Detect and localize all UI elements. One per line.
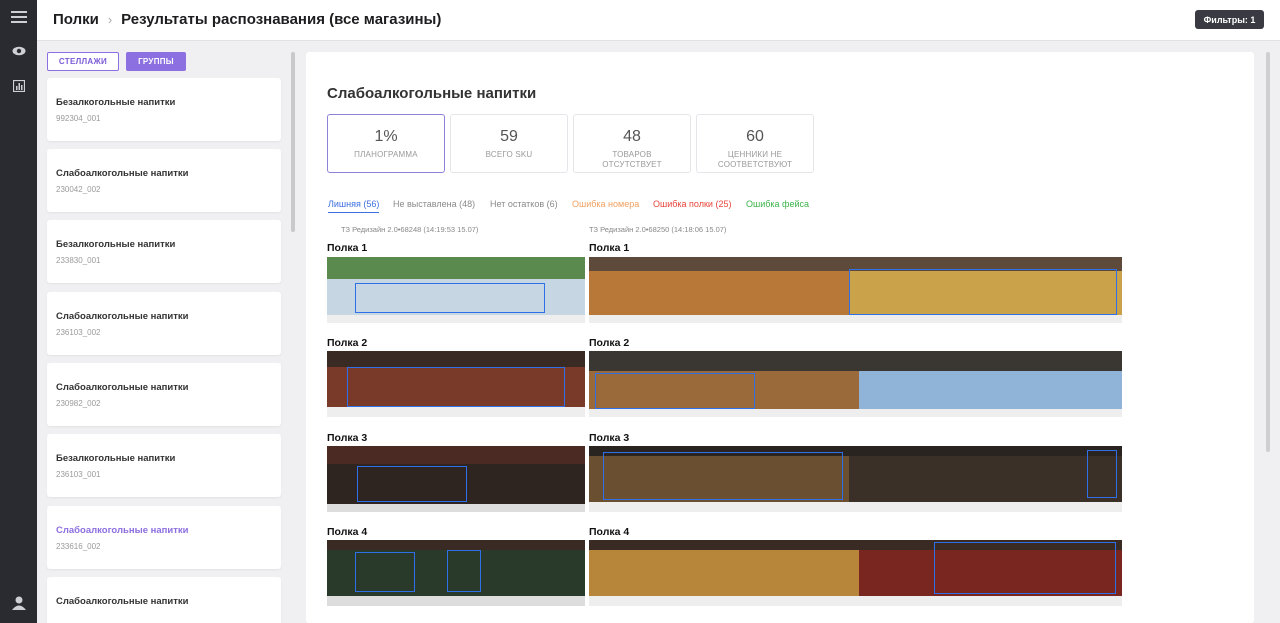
menu-icon[interactable]: [9, 7, 28, 26]
stat-value: 48: [623, 128, 641, 145]
stat-label: ЦЕННИКИ НЕ СООТВЕТСТВУЮТ: [717, 150, 793, 169]
shelf-photo[interactable]: [327, 351, 585, 417]
tab-face-error[interactable]: Ошибка фейса: [746, 199, 809, 212]
group-card-title: Безалкогольные напитки: [56, 239, 176, 250]
group-card[interactable]: Слабоалкогольные напитки 236103_002: [47, 292, 281, 355]
breadcrumb: Полки › Результаты распознавания (все ма…: [53, 11, 441, 28]
shelf-label: Полка 1: [327, 242, 368, 254]
page-title: Результаты распознавания (все магазины): [121, 11, 442, 28]
group-card-code: 233616_002: [56, 542, 101, 551]
top-bar: Полки › Результаты распознавания (все ма…: [37, 0, 1280, 41]
left-scrollbar[interactable]: [291, 52, 295, 232]
left-photo-caption: ТЗ Редизайн 2.0•68248 (14:19:53 15.07): [341, 225, 479, 234]
group-card[interactable]: Слабоалкогольные напитки 230042_002: [47, 149, 281, 212]
shelf-photo[interactable]: [589, 446, 1122, 512]
breadcrumb-root[interactable]: Полки: [53, 11, 99, 28]
stat-planogram[interactable]: 1% ПЛАНОГРАММА: [327, 114, 445, 173]
group-card[interactable]: Безалкогольные напитки 236103_001: [47, 434, 281, 497]
group-card-code: 233830_001: [56, 256, 101, 265]
tab-not-displayed[interactable]: Не выставлена (48): [393, 199, 475, 212]
stat-value: 59: [500, 128, 518, 145]
tab-extra[interactable]: Лишняя (56): [328, 199, 380, 213]
chart-icon[interactable]: [9, 76, 28, 95]
stat-value: 60: [746, 128, 764, 145]
group-card-title: Слабоалкогольные напитки: [56, 168, 189, 179]
nav-rail: [0, 0, 37, 623]
shelf-label: Полка 4: [589, 526, 630, 538]
stat-label: ТОВАРОВ ОТСУТСТВУЕТ: [602, 150, 662, 169]
tab-shelf-error[interactable]: Ошибка полки (25): [653, 199, 731, 212]
group-title: Слабоалкогольные напитки: [327, 85, 537, 102]
shelf-photo[interactable]: [589, 540, 1122, 606]
right-photo-caption: ТЗ Редизайн 2.0•68250 (14:18:06 15.07): [589, 225, 727, 234]
stat-label: ВСЕГО SKU: [485, 150, 533, 159]
stat-missing[interactable]: 48 ТОВАРОВ ОТСУТСТВУЕТ: [573, 114, 691, 173]
group-card[interactable]: Слабоалкогольные напитки: [47, 577, 281, 623]
stat-price-tags[interactable]: 60 ЦЕННИКИ НЕ СООТВЕТСТВУЮТ: [696, 114, 814, 173]
group-card-title: Слабоалкогольные напитки: [56, 525, 189, 536]
racks-toggle[interactable]: СТЕЛЛАЖИ: [47, 52, 119, 71]
stat-label: ПЛАНОГРАММА: [354, 150, 418, 159]
group-card-title: Слабоалкогольные напитки: [56, 311, 189, 322]
group-card-code: 230042_002: [56, 185, 101, 194]
shelf-label: Полка 1: [589, 242, 630, 254]
stat-total-sku[interactable]: 59 ВСЕГО SKU: [450, 114, 568, 173]
group-card[interactable]: Слабоалкогольные напитки 230982_002: [47, 363, 281, 426]
filters-button[interactable]: Фильтры: 1: [1195, 10, 1264, 29]
group-card-title: Безалкогольные напитки: [56, 97, 176, 108]
groups-toggle[interactable]: ГРУППЫ: [126, 52, 186, 71]
shelf-photo[interactable]: [589, 351, 1122, 417]
stat-value: 1%: [374, 128, 398, 145]
shelf-label: Полка 2: [327, 337, 368, 349]
shelf-photo[interactable]: [327, 257, 585, 323]
shelf-label: Полка 3: [589, 432, 630, 444]
tab-number-error[interactable]: Ошибка номера: [572, 199, 639, 212]
shelf-label: Полка 2: [589, 337, 630, 349]
shelf-photo[interactable]: [327, 446, 585, 512]
user-icon[interactable]: [9, 593, 28, 612]
group-card-code: 236103_002: [56, 328, 101, 337]
group-card[interactable]: Безалкогольные напитки 233830_001: [47, 220, 281, 283]
group-list-panel: СТЕЛЛАЖИ ГРУППЫ Безалкогольные напитки 99…: [37, 42, 297, 623]
shelf-photo[interactable]: [589, 257, 1122, 323]
tab-no-stock[interactable]: Нет остатков (6): [490, 199, 558, 212]
chevron-right-icon: ›: [107, 12, 113, 27]
shelf-label: Полка 3: [327, 432, 368, 444]
group-card-code: 236103_001: [56, 470, 101, 479]
main-scrollbar[interactable]: [1266, 52, 1270, 452]
group-card-title: Слабоалкогольные напитки: [56, 382, 189, 393]
group-card[interactable]: Безалкогольные напитки 992304_001: [47, 78, 281, 141]
results-panel: Слабоалкогольные напитки 1% ПЛАНОГРАММА 5…: [306, 52, 1254, 623]
group-card-code: 230982_002: [56, 399, 101, 408]
group-card-code: 992304_001: [56, 114, 101, 123]
group-card-title: Слабоалкогольные напитки: [56, 596, 189, 607]
group-card-title: Безалкогольные напитки: [56, 453, 176, 464]
eye-icon[interactable]: [9, 41, 28, 60]
shelf-photo[interactable]: [327, 540, 585, 606]
group-card-selected[interactable]: Слабоалкогольные напитки 233616_002: [47, 506, 281, 569]
shelf-label: Полка 4: [327, 526, 368, 538]
